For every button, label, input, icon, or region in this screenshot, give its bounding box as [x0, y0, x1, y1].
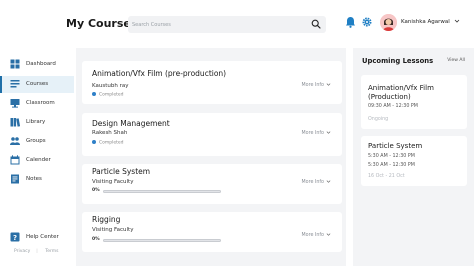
- more-info-button[interactable]: More Info: [302, 232, 332, 238]
- course-title[interactable]: Animation/Vfx Film (pre-production): [92, 69, 226, 78]
- course-author: Kaustubh ray: [92, 83, 129, 89]
- sidebar-item-label: Calender: [26, 157, 51, 163]
- sidebar-item-groups[interactable]: Groups: [0, 133, 74, 150]
- upcoming-lessons-title: Upcoming Lessons: [362, 57, 434, 65]
- sidebar-item-notes[interactable]: Notes: [0, 171, 74, 188]
- course-title[interactable]: Rigging: [92, 215, 120, 224]
- top-bar: My Courses Kanishka Agarwal: [0, 0, 474, 48]
- course-list: Animation/Vfx Film (pre-production) Kaus…: [76, 48, 346, 266]
- course-card[interactable]: Particle System Visiting Faculty 0% More…: [82, 164, 342, 204]
- dashboard-icon: [10, 59, 20, 69]
- lesson-status: Ongoing: [368, 117, 389, 122]
- groups-icon: [10, 137, 20, 145]
- page-title: My Courses: [66, 17, 138, 30]
- progress-percent: 0%: [92, 237, 100, 242]
- lesson-card[interactable]: Particle System 5:30 AM - 12:30 PM 5:30 …: [361, 136, 467, 186]
- gear-icon[interactable]: [362, 17, 372, 27]
- status-badge: Completed: [92, 92, 124, 98]
- sidebar-item-label: Library: [26, 119, 46, 125]
- status-dot: [92, 92, 96, 96]
- privacy-link[interactable]: Privacy: [14, 249, 30, 254]
- help-center-label: Help Center: [26, 234, 59, 240]
- terms-link[interactable]: Terms: [45, 249, 58, 254]
- progress-bar: [103, 189, 221, 193]
- status-label: Completed: [99, 92, 124, 98]
- lesson-title[interactable]: Particle System: [368, 142, 464, 151]
- footer-links: Privacy | Terms: [14, 249, 65, 254]
- sidebar: Dashboard Courses Classroom Library Grou…: [0, 48, 74, 266]
- search-icon[interactable]: [311, 19, 321, 29]
- user-name[interactable]: Kanishka Agarwal: [401, 19, 450, 25]
- course-card[interactable]: Animation/Vfx Film (pre-production) Kaus…: [82, 61, 342, 104]
- sidebar-item-calender[interactable]: Calender: [0, 152, 74, 169]
- more-info-button[interactable]: More Info: [302, 130, 332, 136]
- more-info-label: More Info: [301, 180, 325, 185]
- course-card[interactable]: Design Management Rakesh Shah Completed …: [82, 113, 342, 156]
- status-badge: Completed: [92, 140, 124, 146]
- sidebar-item-label: Notes: [26, 176, 42, 182]
- lesson-card[interactable]: Animation/Vfx Film (Production) 09:30 AM…: [361, 75, 467, 129]
- avatar-image: [380, 14, 397, 31]
- lesson-time: 09:30 AM - 12:30 PM: [368, 104, 418, 109]
- footer-divider: |: [36, 249, 38, 254]
- lesson-time: 5:30 AM - 12:30 PM: [368, 163, 415, 168]
- notes-icon: [11, 174, 19, 184]
- svg-text:?: ?: [13, 234, 17, 242]
- sidebar-item-library[interactable]: Library: [0, 114, 74, 131]
- chevron-down-icon: [326, 180, 331, 183]
- chevron-down-icon[interactable]: [454, 18, 460, 24]
- course-title[interactable]: Particle System: [92, 167, 150, 176]
- chevron-down-icon: [326, 83, 331, 86]
- bell-icon[interactable]: [345, 16, 356, 28]
- more-info-button[interactable]: More Info: [302, 179, 332, 185]
- more-info-label: More Info: [301, 233, 325, 238]
- chevron-down-icon: [326, 131, 331, 134]
- help-center-link[interactable]: ? Help Center: [0, 229, 74, 246]
- search-box[interactable]: [128, 16, 326, 33]
- library-icon: [10, 118, 20, 127]
- course-progress: 0%: [92, 188, 222, 194]
- progress-percent: 0%: [92, 188, 100, 193]
- courses-icon: [10, 80, 20, 88]
- lesson-title[interactable]: Animation/Vfx Film (Production): [368, 84, 464, 102]
- classroom-icon: [10, 99, 20, 108]
- course-author: Visiting Faculty: [92, 227, 134, 233]
- progress-bar: [103, 238, 221, 242]
- more-info-label: More Info: [301, 83, 325, 88]
- sidebar-item-dashboard[interactable]: Dashboard: [0, 56, 74, 73]
- sidebar-item-label: Groups: [26, 138, 46, 144]
- chevron-down-icon: [326, 233, 331, 236]
- sidebar-item-label: Courses: [26, 81, 49, 87]
- course-author: Rakesh Shah: [92, 130, 128, 136]
- sidebar-item-label: Classroom: [26, 100, 55, 106]
- view-all-link[interactable]: View All: [447, 58, 465, 63]
- status-dot: [92, 140, 96, 144]
- more-info-label: More Info: [301, 131, 325, 136]
- lesson-date: 16 Oct - 21 Oct: [368, 174, 405, 179]
- sidebar-item-courses[interactable]: Courses: [0, 76, 74, 93]
- course-title[interactable]: Design Management: [92, 119, 170, 128]
- help-icon: ?: [10, 232, 20, 242]
- calendar-icon: [10, 155, 20, 165]
- status-label: Completed: [99, 140, 124, 146]
- course-progress: 0%: [92, 237, 222, 243]
- sidebar-item-classroom[interactable]: Classroom: [0, 95, 74, 112]
- sidebar-item-label: Dashboard: [26, 61, 56, 67]
- lesson-time: 5:30 AM - 12:30 PM: [368, 154, 415, 159]
- course-author: Visiting Faculty: [92, 179, 134, 185]
- course-card[interactable]: Rigging Visiting Faculty 0% More Info: [82, 212, 342, 252]
- search-input[interactable]: [132, 17, 302, 32]
- upcoming-lessons-panel: Upcoming Lessons View All Animation/Vfx …: [353, 48, 474, 266]
- avatar[interactable]: [380, 14, 397, 31]
- more-info-button[interactable]: More Info: [302, 82, 332, 88]
